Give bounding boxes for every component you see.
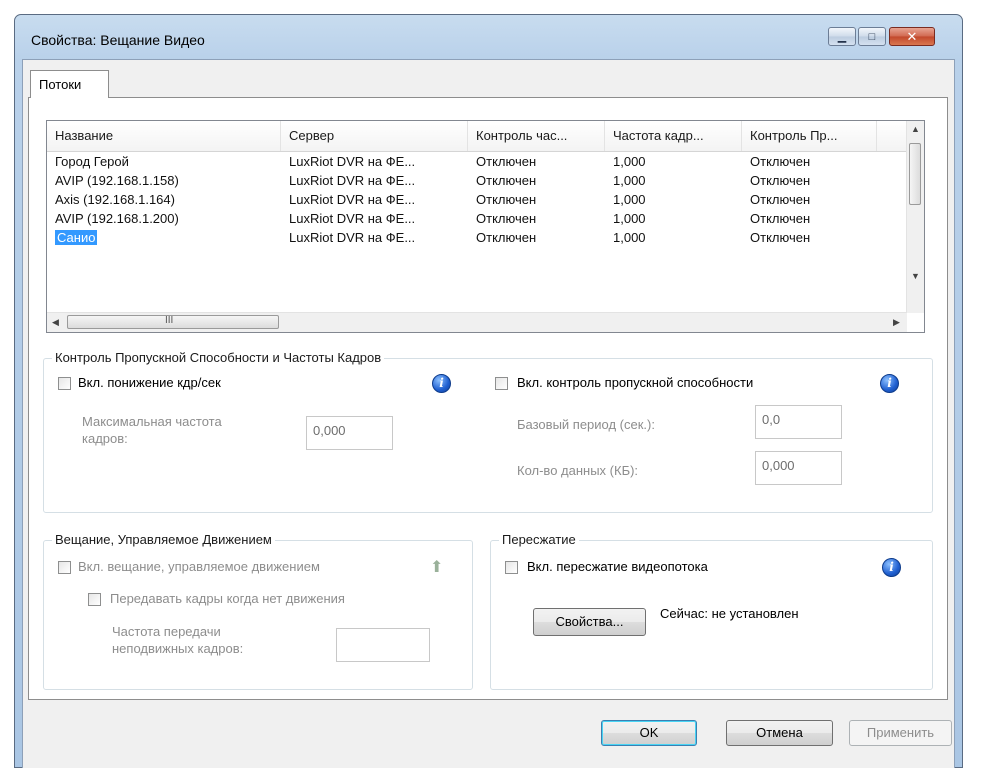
cell-fps: 1,000 — [613, 230, 646, 245]
cell-name: AVIP (192.168.1.200) — [55, 211, 179, 226]
cell-rate-control: Отключен — [476, 230, 537, 245]
motion-broadcast-checkbox[interactable] — [58, 561, 71, 574]
horizontal-scroll-thumb[interactable]: III — [67, 315, 279, 329]
apply-button[interactable]: Применить — [849, 720, 952, 746]
scroll-down-icon[interactable]: ▼ — [911, 271, 920, 281]
bandwidth-group: Контроль Пропускной Способности и Частот… — [43, 350, 933, 513]
tab-streams[interactable]: Потоки — [30, 70, 109, 98]
data-amount-input[interactable]: 0,000 — [755, 451, 842, 485]
column-header-server[interactable]: Сервер — [281, 121, 468, 151]
max-fps-label: Максимальная частота — [82, 414, 222, 429]
streams-tab-page: Название Сервер Контроль час... Частота … — [28, 97, 948, 700]
scroll-left-icon[interactable]: ◀ — [52, 317, 59, 328]
fps-reduction-label[interactable]: Вкл. понижение кдр/сек — [78, 375, 221, 390]
cell-name: Санио — [55, 230, 98, 245]
cell-rate-control: Отключен — [476, 211, 537, 226]
list-body: Город Герой LuxRiot DVR на ФЕ... Отключе… — [47, 151, 907, 311]
recompress-properties-button[interactable]: Свойства... — [533, 608, 646, 636]
thumb-grip-icon: III — [165, 315, 174, 326]
column-header-fps[interactable]: Частота кадр... — [605, 121, 742, 151]
maximize-button[interactable]: □ — [858, 27, 886, 46]
recompress-label[interactable]: Вкл. пересжатие видеопотока — [527, 559, 708, 574]
streams-list[interactable]: Название Сервер Контроль час... Частота … — [46, 120, 925, 333]
table-row[interactable]: AVIP (192.168.1.200) LuxRiot DVR на ФЕ..… — [47, 209, 907, 228]
cell-name: Город Герой — [55, 154, 129, 169]
cell-fps: 1,000 — [613, 154, 646, 169]
column-header-name[interactable]: Название — [47, 121, 281, 151]
cell-rate-control: Отключен — [476, 173, 537, 188]
cell-name: Axis (192.168.1.164) — [55, 192, 175, 207]
cell-bandwidth: Отключен — [750, 211, 811, 226]
send-frames-label[interactable]: Передавать кадры когда нет движения — [110, 591, 345, 606]
cell-server: LuxRiot DVR на ФЕ... — [289, 230, 416, 245]
cell-bandwidth: Отключен — [750, 192, 811, 207]
still-rate-label: Частота передачи — [112, 624, 221, 639]
recompress-group: Пересжатие Вкл. пересжатие видеопотока i… — [490, 532, 933, 690]
column-header-bandwidth[interactable]: Контроль Пр... — [742, 121, 877, 151]
tab-label: Потоки — [39, 77, 82, 92]
base-period-label: Базовый период (сек.): — [517, 417, 655, 432]
vertical-scrollbar[interactable]: ▲ ▼ — [906, 121, 924, 313]
recompress-status: Сейчас: не установлен — [660, 606, 799, 621]
info-icon[interactable]: i — [882, 558, 901, 577]
motion-group: Вещание, Управляемое Движением Вкл. веща… — [43, 532, 473, 690]
cell-bandwidth: Отключен — [750, 154, 811, 169]
cell-fps: 1,000 — [613, 211, 646, 226]
dialog-window: Свойства: Вещание Видео ▁ □ ✕ Потоки Наз… — [14, 14, 963, 768]
still-rate-input[interactable] — [336, 628, 430, 662]
title-bar[interactable]: Свойства: Вещание Видео ▁ □ ✕ — [15, 15, 962, 59]
cell-server: LuxRiot DVR на ФЕ... — [289, 154, 416, 169]
cell-rate-control: Отключен — [476, 154, 537, 169]
still-rate-label-2: неподвижных кадров: — [112, 641, 244, 656]
table-row[interactable]: Город Герой LuxRiot DVR на ФЕ... Отключе… — [47, 152, 907, 171]
cell-bandwidth: Отключен — [750, 173, 811, 188]
dialog-client: Потоки Название Сервер Контроль час... Ч… — [22, 59, 955, 768]
minimize-button[interactable]: ▁ — [828, 27, 856, 46]
bandwidth-control-checkbox[interactable] — [495, 377, 508, 390]
minimize-icon: ▁ — [837, 31, 847, 43]
cell-fps: 1,000 — [613, 173, 646, 188]
bandwidth-group-title: Контроль Пропускной Способности и Частот… — [52, 350, 385, 365]
cell-fps: 1,000 — [613, 192, 646, 207]
scroll-right-icon[interactable]: ▶ — [893, 317, 900, 328]
send-frames-checkbox[interactable] — [88, 593, 101, 606]
cell-rate-control: Отключен — [476, 192, 537, 207]
maximize-icon: □ — [868, 30, 876, 43]
cancel-button[interactable]: Отмена — [726, 720, 833, 746]
close-icon: ✕ — [906, 28, 918, 44]
horizontal-scrollbar[interactable]: ◀ III ▶ — [47, 312, 907, 332]
max-fps-label-2: кадров: — [82, 431, 128, 446]
info-icon[interactable]: i — [880, 374, 899, 393]
cell-server: LuxRiot DVR на ФЕ... — [289, 192, 416, 207]
base-period-input[interactable]: 0,0 — [755, 405, 842, 439]
table-row-selected[interactable]: Санио LuxRiot DVR на ФЕ... Отключен 1,00… — [47, 228, 907, 247]
column-header-rate-control[interactable]: Контроль час... — [468, 121, 605, 151]
cell-server: LuxRiot DVR на ФЕ... — [289, 211, 416, 226]
table-row[interactable]: Axis (192.168.1.164) LuxRiot DVR на ФЕ..… — [47, 190, 907, 209]
bandwidth-control-label[interactable]: Вкл. контроль пропускной способности — [517, 375, 753, 390]
info-icon[interactable]: i — [432, 374, 451, 393]
motion-group-title: Вещание, Управляемое Движением — [52, 532, 275, 547]
close-button[interactable]: ✕ — [889, 27, 935, 46]
motion-broadcast-label[interactable]: Вкл. вещание, управляемое движением — [78, 559, 320, 574]
cell-bandwidth: Отключен — [750, 230, 811, 245]
vertical-scroll-thumb[interactable] — [909, 143, 921, 205]
data-amount-label: Кол-во данных (КБ): — [517, 463, 639, 478]
ok-button[interactable]: OK — [601, 720, 697, 746]
recompress-group-title: Пересжатие — [499, 532, 579, 547]
cell-name: AVIP (192.168.1.158) — [55, 173, 179, 188]
list-header: Название Сервер Контроль час... Частота … — [47, 121, 907, 152]
max-fps-input[interactable]: 0,000 — [306, 416, 393, 450]
fps-reduction-checkbox[interactable] — [58, 377, 71, 390]
window-title: Свойства: Вещание Видео — [31, 32, 205, 48]
motion-icon: ⬆ — [430, 559, 444, 576]
cell-server: LuxRiot DVR на ФЕ... — [289, 173, 416, 188]
recompress-checkbox[interactable] — [505, 561, 518, 574]
scroll-up-icon[interactable]: ▲ — [911, 124, 920, 134]
table-row[interactable]: AVIP (192.168.1.158) LuxRiot DVR на ФЕ..… — [47, 171, 907, 190]
